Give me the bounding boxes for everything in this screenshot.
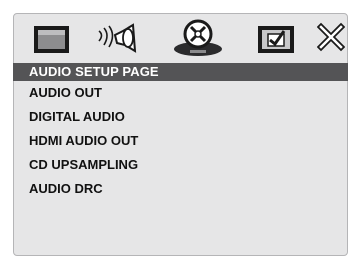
menu-item-digital-audio[interactable]: DIGITAL AUDIO (13, 105, 348, 129)
icon-tab-bar (13, 13, 348, 63)
menu-item-cd-upsampling[interactable]: CD UPSAMPLING (13, 153, 348, 177)
audio-setup-menu: AUDIO SETUP PAGE AUDIO OUT DIGITAL AUDIO… (13, 63, 348, 201)
menu-item-hdmi-audio-out[interactable]: HDMI AUDIO OUT (13, 129, 348, 153)
close-icon[interactable] (317, 13, 345, 63)
menu-item-audio-out[interactable]: AUDIO OUT (13, 81, 348, 105)
menu-header: AUDIO SETUP PAGE (13, 63, 348, 81)
menu-item-audio-drc[interactable]: AUDIO DRC (13, 177, 348, 201)
tv-display-icon[interactable] (31, 13, 71, 63)
audio-speaker-icon[interactable] (95, 13, 145, 63)
disc-icon[interactable] (170, 13, 226, 63)
checkbox-tv-icon[interactable] (256, 13, 298, 63)
